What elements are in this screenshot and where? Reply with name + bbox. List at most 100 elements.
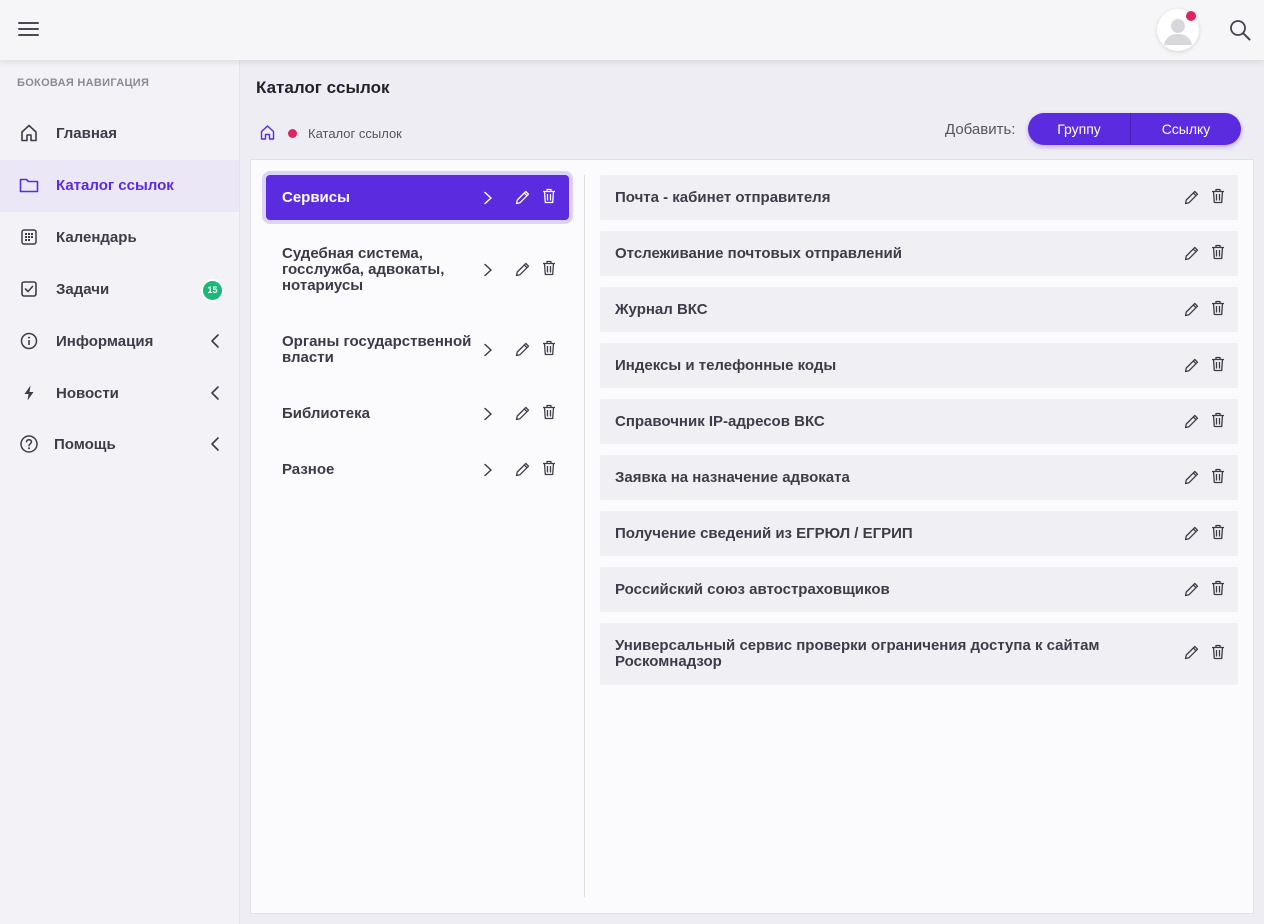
notification-dot: [1186, 11, 1196, 21]
link-item[interactable]: Отслеживание почтовых отправлений: [600, 231, 1238, 276]
chevron-right-icon: [482, 343, 494, 357]
link-label: Заявка на назначение адвоката: [615, 469, 850, 486]
sidebar-item-link-catalog[interactable]: Каталог ссылок: [0, 160, 239, 212]
panel-divider: [584, 175, 585, 897]
home-icon: [19, 123, 39, 143]
pencil-icon[interactable]: [514, 461, 531, 478]
link-label: Российский союз автостраховщиков: [615, 581, 890, 598]
link-label: Журнал ВКС: [615, 301, 708, 318]
sidebar-item-label: Задачи: [56, 281, 110, 298]
link-label: Индексы и телефонные коды: [615, 357, 837, 374]
add-group-button[interactable]: Группу: [1028, 113, 1131, 145]
link-item[interactable]: Справочник IP-адресов ВКС: [600, 399, 1238, 444]
sidebar-item-news[interactable]: Новости: [0, 368, 239, 420]
search-icon[interactable]: [1229, 19, 1251, 41]
pencil-icon[interactable]: [1183, 189, 1200, 206]
trash-icon[interactable]: [1211, 300, 1225, 316]
sidebar-item-information[interactable]: Информация: [0, 316, 239, 368]
trash-icon[interactable]: [1211, 244, 1225, 260]
trash-icon[interactable]: [542, 340, 556, 356]
group-item[interactable]: Органы государственной власти: [266, 320, 569, 380]
trash-icon[interactable]: [1211, 468, 1225, 484]
add-link-button[interactable]: Ссылку: [1131, 113, 1241, 145]
link-label: Универсальный сервис проверки ограничени…: [615, 637, 1100, 670]
group-label: Органы государственной власти: [282, 333, 472, 366]
sidebar-title: БОКОВАЯ НАВИГАЦИЯ: [17, 77, 150, 89]
group-item[interactable]: Библиотека: [266, 392, 569, 436]
group-label: Библиотека: [282, 405, 370, 422]
trash-icon[interactable]: [542, 188, 556, 204]
group-label: Разное: [282, 461, 335, 478]
link-label: Отслеживание почтовых отправлений: [615, 245, 902, 262]
sidebar-item-help[interactable]: Помощь: [0, 419, 239, 471]
pencil-icon[interactable]: [514, 405, 531, 422]
pencil-icon[interactable]: [514, 341, 531, 358]
trash-icon[interactable]: [1211, 356, 1225, 372]
hamburger-icon[interactable]: [18, 19, 42, 41]
info-icon: [19, 331, 39, 351]
pencil-icon[interactable]: [1183, 357, 1200, 374]
link-item[interactable]: Получение сведений из ЕГРЮЛ / ЕГРИП: [600, 511, 1238, 556]
trash-icon[interactable]: [542, 260, 556, 276]
add-label: Добавить:: [945, 121, 1016, 138]
group-label: Сервисы: [282, 189, 350, 206]
sidebar-item-label: Каталог ссылок: [56, 177, 174, 194]
sidebar-item-label: Новости: [56, 385, 119, 402]
checkbox-icon: [19, 279, 39, 299]
sidebar-item-label: Помощь: [54, 436, 116, 453]
sidebar-item-label: Главная: [56, 125, 118, 142]
help-icon: [19, 434, 39, 454]
chevron-right-icon: [482, 263, 494, 277]
pencil-icon[interactable]: [1183, 413, 1200, 430]
tasks-count-badge: 15: [203, 281, 222, 300]
group-label: Судебная система, госслужба, адвокаты, н…: [282, 245, 445, 294]
trash-icon[interactable]: [1211, 188, 1225, 204]
pencil-icon[interactable]: [1183, 644, 1200, 661]
pencil-icon[interactable]: [1183, 581, 1200, 598]
link-item[interactable]: Журнал ВКС: [600, 287, 1238, 332]
link-item[interactable]: Заявка на назначение адвоката: [600, 455, 1238, 500]
trash-icon[interactable]: [1211, 580, 1225, 596]
pencil-icon[interactable]: [1183, 245, 1200, 262]
sidebar-item-calendar[interactable]: Календарь: [0, 212, 239, 264]
sidebar-item-label: Информация: [56, 333, 154, 350]
chevron-right-icon: [482, 407, 494, 421]
pencil-icon[interactable]: [1183, 301, 1200, 318]
top-bar: [0, 0, 1264, 60]
trash-icon[interactable]: [542, 404, 556, 420]
link-label: Получение сведений из ЕГРЮЛ / ЕГРИП: [615, 525, 913, 542]
link-item[interactable]: Универсальный сервис проверки ограничени…: [600, 623, 1238, 685]
chevron-left-icon: [208, 333, 222, 349]
group-item[interactable]: Разное: [266, 448, 569, 492]
trash-icon[interactable]: [542, 460, 556, 476]
link-item[interactable]: Индексы и телефонные коды: [600, 343, 1238, 388]
trash-icon[interactable]: [1211, 644, 1225, 660]
sidebar-item-tasks[interactable]: Задачи 15: [0, 264, 239, 316]
add-button-group: Группу Ссылку: [1028, 113, 1241, 145]
home-icon[interactable]: [259, 124, 276, 141]
calendar-icon: [19, 227, 39, 247]
lightning-icon: [19, 383, 39, 403]
chevron-right-icon: [482, 191, 494, 205]
trash-icon[interactable]: [1211, 524, 1225, 540]
group-item[interactable]: Сервисы: [266, 175, 569, 220]
link-item[interactable]: Почта - кабинет отправителя: [600, 175, 1238, 220]
link-label: Справочник IP-адресов ВКС: [615, 413, 825, 430]
pencil-icon[interactable]: [1183, 525, 1200, 542]
chevron-left-icon: [208, 436, 222, 452]
chevron-right-icon: [482, 463, 494, 477]
sidebar-item-home[interactable]: Главная: [0, 108, 239, 160]
pencil-icon[interactable]: [1183, 469, 1200, 486]
link-item[interactable]: Российский союз автостраховщиков: [600, 567, 1238, 612]
pencil-icon[interactable]: [514, 189, 531, 206]
link-label: Почта - кабинет отправителя: [615, 189, 831, 206]
folder-icon: [19, 175, 39, 195]
sidebar: БОКОВАЯ НАВИГАЦИЯ Главная Каталог ссылок…: [0, 60, 240, 924]
sidebar-item-label: Календарь: [56, 229, 137, 246]
group-item[interactable]: Судебная система, госслужба, адвокаты, н…: [266, 230, 569, 310]
chevron-left-icon: [208, 385, 222, 401]
page-title: Каталог ссылок: [256, 78, 390, 97]
breadcrumb-current: Каталог ссылок: [308, 126, 402, 141]
trash-icon[interactable]: [1211, 412, 1225, 428]
pencil-icon[interactable]: [514, 261, 531, 278]
